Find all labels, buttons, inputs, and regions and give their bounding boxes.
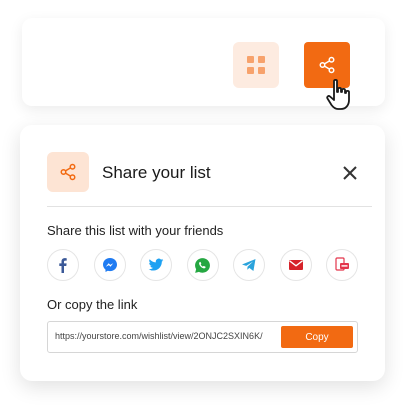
share-subtitle: Share this list with your friends	[47, 223, 224, 238]
close-icon	[343, 166, 357, 180]
grid-icon	[247, 56, 265, 74]
email-share-button[interactable]	[279, 249, 312, 281]
hand-pointer-icon	[326, 78, 350, 110]
grid-view-button[interactable]	[233, 42, 279, 88]
telegram-icon	[242, 259, 256, 271]
twitter-icon	[148, 258, 164, 271]
email-icon	[288, 260, 303, 270]
share-link-value: https://yourstore.com/wishlist/view/2ONJ…	[55, 331, 263, 341]
modal-title: Share your list	[102, 163, 211, 182]
twitter-share-button[interactable]	[140, 249, 172, 281]
copy-button[interactable]: Copy	[281, 326, 353, 348]
share-link-field[interactable]: https://yourstore.com/wishlist/view/2ONJ…	[47, 321, 358, 353]
divider	[47, 206, 372, 207]
share-header-icon-box	[47, 152, 89, 192]
whatsapp-share-button[interactable]	[186, 249, 219, 281]
sms-share-button[interactable]	[326, 249, 358, 281]
share-icon	[60, 163, 76, 181]
messenger-share-button[interactable]	[93, 249, 126, 281]
social-buttons	[47, 249, 358, 281]
facebook-share-button[interactable]	[47, 249, 79, 281]
share-icon	[319, 56, 335, 74]
facebook-icon	[59, 258, 67, 273]
share-modal: Share your list Share this list with you…	[20, 125, 385, 381]
sms-icon	[335, 257, 349, 271]
copy-link-label: Or copy the link	[47, 297, 138, 312]
telegram-share-button[interactable]	[233, 249, 265, 281]
close-button[interactable]	[340, 163, 360, 183]
messenger-icon	[102, 258, 117, 272]
whatsapp-icon	[195, 257, 210, 273]
